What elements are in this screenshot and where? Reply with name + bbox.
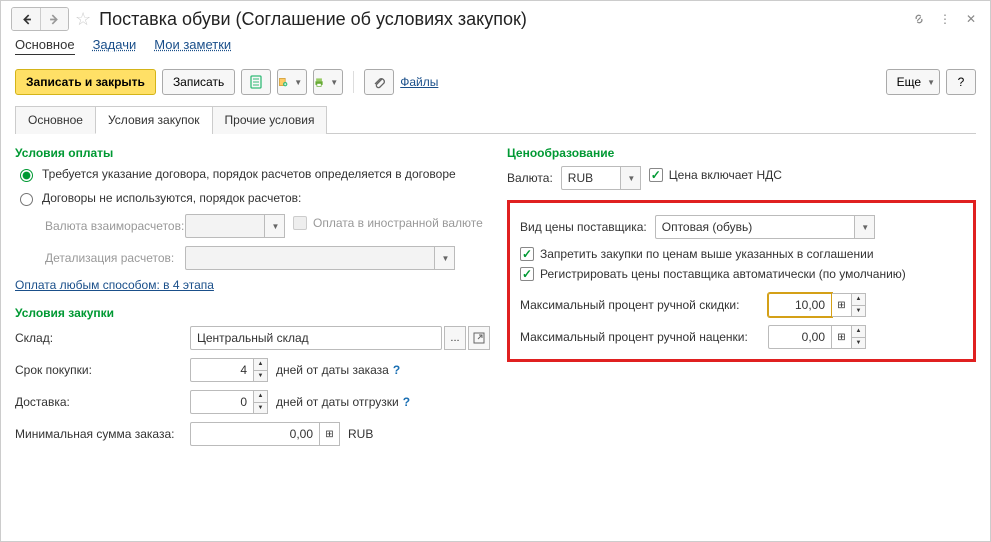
tab-other[interactable]: Прочие условия — [212, 106, 328, 134]
save-button[interactable]: Записать — [162, 69, 235, 95]
forbid-above-label: Запретить закупки по ценам выше указанны… — [540, 247, 874, 261]
max-markup-calc-button[interactable]: ⊞ — [832, 325, 852, 349]
page-title: Поставка обуви (Соглашение об условиях з… — [99, 9, 527, 30]
max-markup-spinner[interactable]: ▲▼ — [852, 325, 866, 349]
max-discount-calc-button[interactable]: ⊞ — [832, 293, 852, 317]
star-icon[interactable]: ☆ — [75, 9, 91, 30]
pricing-title: Ценообразование — [507, 146, 976, 160]
warehouse-pick-button[interactable]: ... — [444, 326, 466, 350]
forbid-above-checkbox[interactable] — [520, 247, 534, 261]
vendor-price-type-label: Вид цены поставщика: — [520, 220, 647, 234]
create-from-button[interactable]: ▼ — [277, 69, 307, 95]
tab-main[interactable]: Основное — [15, 106, 96, 134]
section-main[interactable]: Основное — [15, 37, 75, 55]
help-button[interactable]: ? — [946, 69, 976, 95]
print-button[interactable]: ▼ — [313, 69, 343, 95]
max-discount-spinner[interactable]: ▲▼ — [852, 293, 866, 317]
section-notes[interactable]: Мои заметки — [154, 37, 231, 55]
delivery-after-label: дней от даты отгрузки — [276, 395, 399, 409]
forward-button[interactable] — [40, 8, 68, 30]
min-sum-label: Минимальная сумма заказа: — [15, 427, 190, 441]
radio-contract[interactable] — [20, 169, 33, 182]
tab-purchase[interactable]: Условия закупок — [95, 106, 213, 134]
auto-register-label: Регистрировать цены поставщика автоматич… — [540, 267, 906, 281]
foreign-payment-checkbox — [293, 216, 307, 230]
settlement-currency-dropdown: ▼ — [265, 214, 285, 238]
warehouse-open-button[interactable] — [468, 326, 490, 350]
term-input[interactable]: 4 — [190, 358, 254, 382]
warehouse-input[interactable]: Центральный склад — [190, 326, 442, 350]
min-sum-input[interactable]: 0,00 — [190, 422, 320, 446]
term-after-label: дней от даты заказа — [276, 363, 389, 377]
more-button[interactable]: Еще▼ — [886, 69, 940, 95]
detail-dropdown: ▼ — [435, 246, 455, 270]
term-label: Срок покупки: — [15, 363, 190, 377]
report-button[interactable] — [241, 69, 271, 95]
vendor-price-type-input[interactable]: Оптовая (обувь) — [655, 215, 855, 239]
delivery-spinner[interactable]: ▲▼ — [254, 390, 268, 414]
warehouse-label: Склад: — [15, 331, 190, 345]
delivery-label: Доставка: — [15, 395, 190, 409]
files-link[interactable]: Файлы — [400, 75, 438, 89]
back-button[interactable] — [12, 8, 40, 30]
radio-contract-label: Требуется указание договора, порядок рас… — [42, 167, 456, 181]
pricing-currency-dropdown[interactable]: ▼ — [621, 166, 641, 190]
pricing-currency-label: Валюта: — [507, 171, 553, 185]
pricing-currency-input[interactable]: RUB — [561, 166, 621, 190]
attach-button[interactable] — [364, 69, 394, 95]
close-icon[interactable]: ✕ — [962, 10, 980, 28]
max-discount-input[interactable]: 10,00 — [768, 293, 832, 317]
max-discount-label: Максимальный процент ручной скидки: — [520, 298, 768, 312]
settlement-currency-input — [185, 214, 265, 238]
payment-conditions-title: Условия оплаты — [15, 146, 495, 160]
vendor-price-type-dropdown[interactable]: ▼ — [855, 215, 875, 239]
vat-included-label: Цена включает НДС — [669, 168, 782, 182]
save-close-button[interactable]: Записать и закрыть — [15, 69, 156, 95]
vat-included-checkbox[interactable] — [649, 168, 663, 182]
foreign-payment-label: Оплата в иностранной валюте — [313, 216, 483, 230]
settlement-currency-label: Валюта взаиморасчетов: — [15, 219, 185, 233]
max-markup-input[interactable]: 0,00 — [768, 325, 832, 349]
min-sum-calc-button[interactable]: ⊞ — [320, 422, 340, 446]
section-tasks[interactable]: Задачи — [93, 37, 137, 55]
link-icon[interactable] — [910, 10, 928, 28]
max-markup-label: Максимальный процент ручной наценки: — [520, 330, 768, 344]
payment-method-link[interactable]: Оплата любым способом: в 4 этапа — [15, 278, 214, 292]
min-sum-currency: RUB — [348, 427, 373, 441]
radio-nocontract-label: Договоры не используются, порядок расчет… — [42, 191, 301, 205]
delivery-help-icon[interactable]: ? — [403, 395, 410, 409]
delivery-input[interactable]: 0 — [190, 390, 254, 414]
purchase-conditions-title: Условия закупки — [15, 306, 495, 320]
auto-register-checkbox[interactable] — [520, 267, 534, 281]
kebab-icon[interactable]: ⋮ — [936, 10, 954, 28]
radio-nocontract[interactable] — [20, 193, 33, 206]
detail-input — [185, 246, 435, 270]
detail-label: Детализация расчетов: — [15, 251, 185, 265]
term-spinner[interactable]: ▲▼ — [254, 358, 268, 382]
term-help-icon[interactable]: ? — [393, 363, 400, 377]
